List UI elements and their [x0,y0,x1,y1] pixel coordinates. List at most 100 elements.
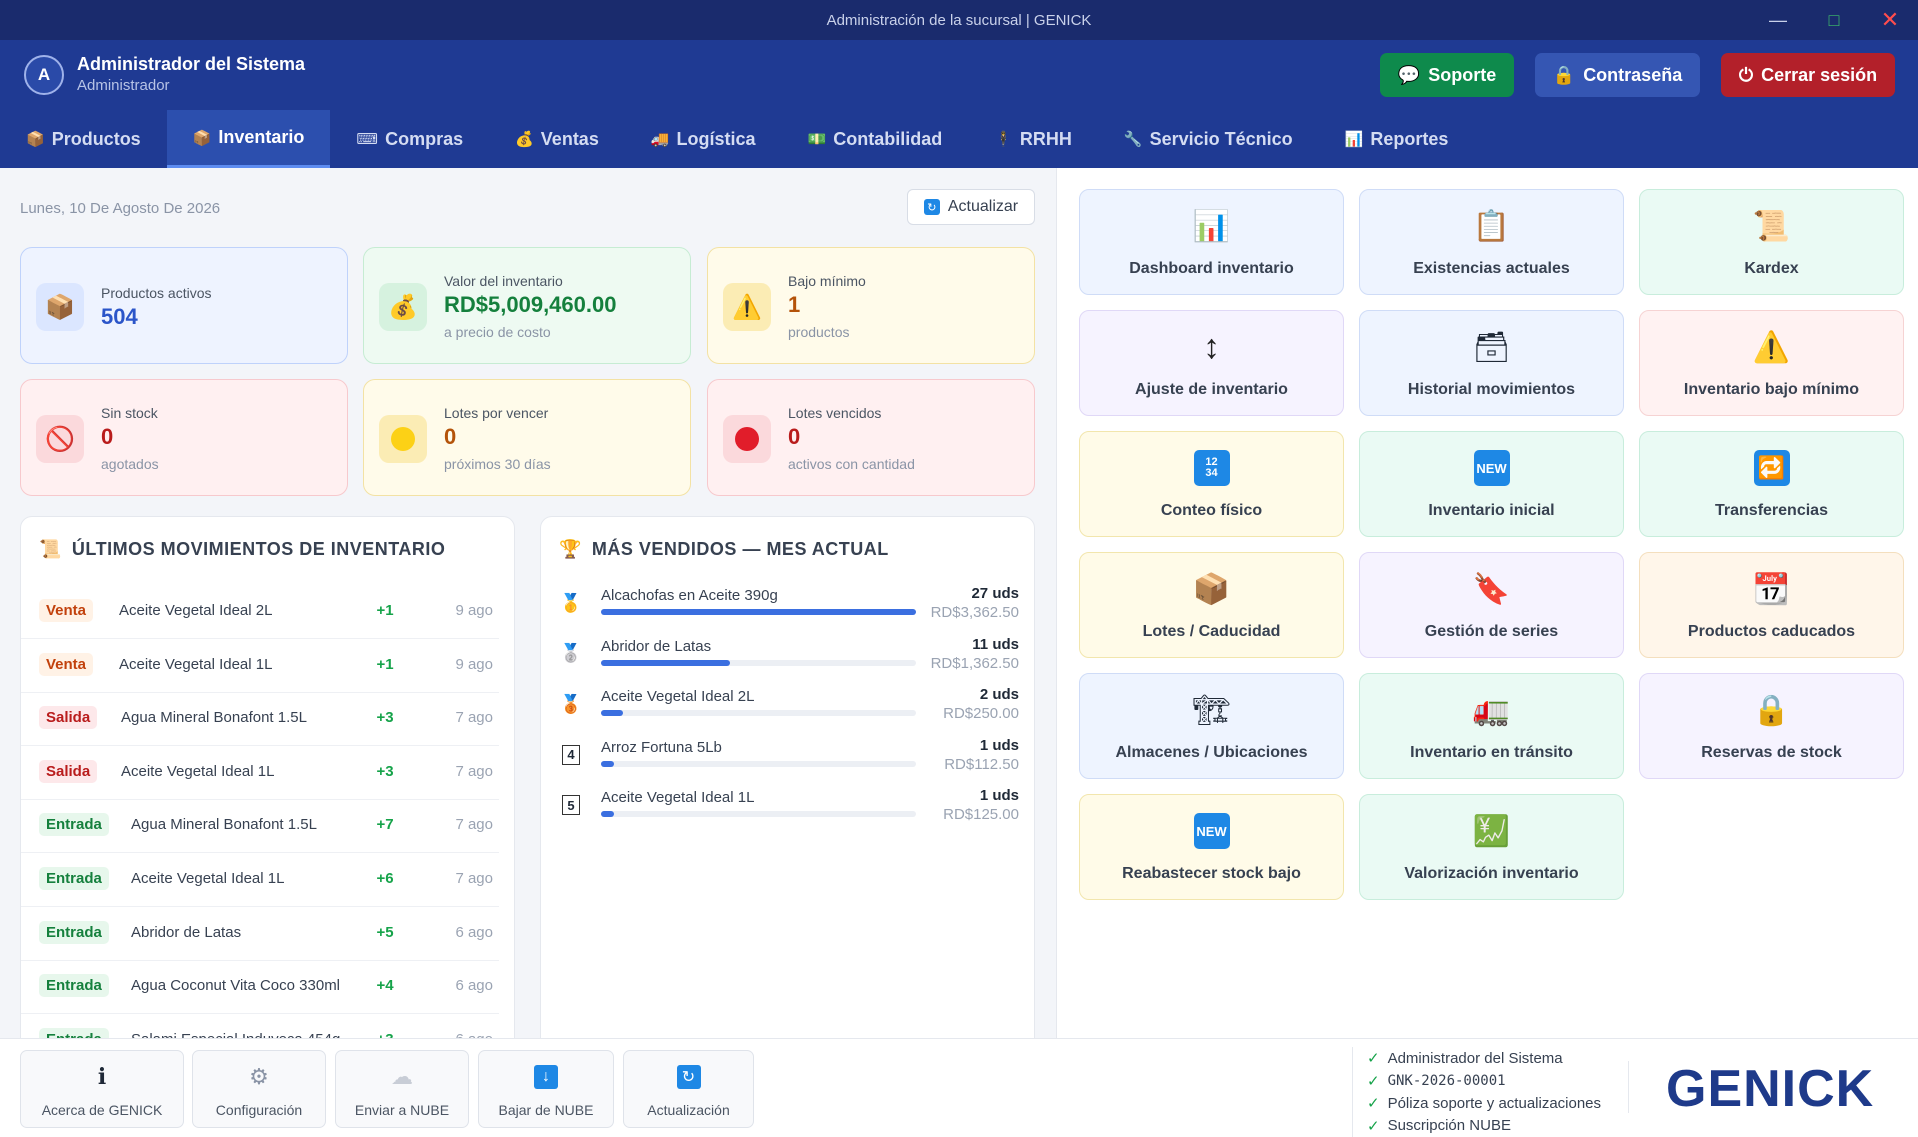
tab-rrhh[interactable]: 🕴 RRHH [968,110,1098,168]
module-tile[interactable]: 🚛 Inventario en tránsito [1359,673,1624,779]
table-row[interactable]: Entrada Abridor de Latas +5 6 ago [21,907,499,961]
tab-contabilidad[interactable]: 💵 Contabilidad [782,110,969,168]
stat-value: 1 [788,292,801,317]
about-button[interactable]: i Acerca de GENICK [20,1050,184,1128]
tab-label: Productos [51,128,141,149]
sales-bar-track [601,609,916,615]
module-tile[interactable]: 💹 Valorización inventario [1359,794,1624,900]
stat-productos-activos[interactable]: 📦 Productos activos 504 [20,247,348,364]
maximize-icon[interactable]: □ [1806,0,1862,40]
lock-icon: 🔒 [1552,64,1576,85]
warning-icon: ⚠️ [1752,330,1791,364]
module-tile[interactable]: ⚠️ Inventario bajo mínimo [1639,310,1904,416]
list-item[interactable]: 4 Arroz Fortuna 5Lb 1 uds RD$112.50 [559,737,1019,787]
movement-qty: +6 [376,870,394,887]
app-header: A Administrador del Sistema Administrado… [0,40,1918,110]
module-tile[interactable]: 📆 Productos caducados [1639,552,1904,658]
box-icon: 📦 [26,131,45,148]
movement-product: Agua Mineral Bonafont 1.5L [131,816,317,834]
license-line: ✓ Suscripción NUBE [1367,1115,1601,1137]
module-tile[interactable]: 📜 Kardex [1639,189,1904,295]
movement-type-badge: Entrada [39,813,109,837]
module-tile[interactable]: 📦 Lotes / Caducidad [1079,552,1344,658]
tab-logistica[interactable]: 🚚 Logística [625,110,782,168]
movement-date: 9 ago [455,655,493,673]
movement-date: 7 ago [455,709,493,727]
license-key: GNK-2026-00001 [1387,1072,1506,1089]
movement-date: 6 ago [455,923,493,941]
footer-button-label: Acerca de GENICK [41,1102,163,1118]
package-icon: 📦 [192,129,212,147]
update-button[interactable]: ↻ Actualización [623,1050,754,1128]
movement-type-badge: Venta [39,599,94,622]
sales-bar-track [601,710,916,716]
movement-date: 6 ago [455,977,493,995]
module-tile[interactable]: 12 34 Conteo físico [1079,431,1344,537]
list-item[interactable]: 🥉 Aceite Vegetal Ideal 2L 2 uds RD$250.00 [559,686,1019,736]
logout-button[interactable]: ⏻ Cerrar sesión [1721,53,1895,97]
settings-button[interactable]: ⚙ Configuración [192,1050,326,1128]
stat-lotes-vencidos[interactable]: Lotes vencidos 0 activos con cantidad [707,379,1035,496]
table-row[interactable]: Venta Aceite Vegetal Ideal 2L +1 9 ago [21,585,499,639]
product-qty: 1 uds [979,736,1019,754]
user-name: Administrador del Sistema [77,54,306,74]
list-item[interactable]: 5 Aceite Vegetal Ideal 1L 1 uds RD$125.00 [559,787,1019,837]
module-tile[interactable]: NEW Reabastecer stock bajo [1079,794,1344,900]
module-tile[interactable]: 📊 Dashboard inventario [1079,189,1344,295]
footer-button-label: Bajar de NUBE [498,1102,594,1118]
table-row[interactable]: Entrada Agua Coconut Vita Coco 330ml +4 6 a… [21,960,499,1015]
support-button[interactable]: 💬 Soporte [1380,53,1514,97]
table-row[interactable]: Entrada Agua Mineral Bonafont 1.5L +7 7 ago [21,799,499,854]
rank-number: 5 [562,795,580,815]
stat-lotes-por-vencer[interactable]: Lotes por vencer 0 próximos 30 días [363,379,691,496]
footer-button-label: Actualización [647,1102,730,1118]
module-tile[interactable]: 🔁 Transferencias [1639,431,1904,537]
sales-bar-track [601,659,916,666]
module-tile[interactable]: NEW Inventario inicial [1359,431,1624,537]
movement-qty: +1 [376,655,394,673]
chart-icon: 📊 [1344,131,1364,148]
stat-valor-inventario[interactable]: 💰 Valor del inventario RD$5,009,460.00 a… [363,247,691,364]
money-bag-icon: 💰 [379,283,427,331]
module-tile[interactable]: 🔖 Gestión de series [1359,552,1624,658]
tab-label: Contabilidad [833,128,943,149]
stat-value: 0 [788,424,801,449]
table-row[interactable]: Venta Aceite Vegetal Ideal 1L +1 9 ago [21,639,499,693]
tab-compras[interactable]: ⌨ Compras [330,110,489,168]
sales-bar [601,609,916,615]
footer-button-label: Enviar a NUBE [354,1102,450,1118]
license-text: Suscripción NUBE [1387,1117,1511,1135]
package-icon: 📦 [1192,572,1231,606]
list-item[interactable]: 🥇 Alcachofas en Aceite 390g 27 uds RD$3,362… [559,585,1019,635]
close-icon[interactable]: ✕ [1862,0,1918,40]
stat-sin-stock[interactable]: 🚫 Sin stock 0 agotados [20,379,348,496]
refresh-label: Actualizar [947,198,1019,215]
upload-cloud-button[interactable]: ☁ Enviar a NUBE [335,1050,469,1128]
numbers-icon: 12 34 [1080,448,1343,488]
tab-reportes[interactable]: 📊 Reportes [1319,110,1475,168]
module-tile[interactable]: 🏗 Almacenes / Ubicaciones [1079,673,1344,779]
tab-inventario[interactable]: 📦 Inventario [166,110,331,168]
refresh-button[interactable]: ↻ Actualizar [907,189,1035,225]
download-cloud-button[interactable]: ↓ Bajar de NUBE [478,1050,614,1128]
table-row[interactable]: Salida Aceite Vegetal Ideal 1L +3 7 ago [21,746,499,800]
module-tile[interactable]: 📋 Existencias actuales [1359,189,1624,295]
password-button[interactable]: 🔒 Contraseña [1535,53,1700,97]
stat-label: Productos activos [101,285,212,301]
movement-product: Abridor de Latas [131,923,242,941]
tab-ventas[interactable]: 💰 Ventas [489,110,625,168]
movement-qty: +1 [376,602,394,619]
tab-productos[interactable]: 📦 Productos [0,110,167,168]
movement-type-badge: Entrada [39,974,109,998]
module-tile[interactable]: 🔒 Reservas de stock [1639,673,1904,779]
minimize-icon[interactable]: — [1750,0,1806,40]
stat-bajo-minimo[interactable]: ⚠️ Bajo mínimo 1 productos [707,247,1035,364]
table-row[interactable]: Salida Agua Mineral Bonafont 1.5L +3 7 ago [21,692,499,747]
window-controls: — □ ✕ [1750,0,1918,40]
divider [1628,1061,1629,1113]
tab-servicio-tecnico[interactable]: 🔧 Servicio Técnico [1098,110,1319,168]
module-tile[interactable]: 🗃 Historial movimientos [1359,310,1624,416]
table-row[interactable]: Entrada Aceite Vegetal Ideal 1L +6 7 ago [21,853,499,907]
list-item[interactable]: 🥈 Abridor de Latas 11 uds RD$1,362.50 [559,636,1019,686]
module-tile[interactable]: ↕ Ajuste de inventario [1079,310,1344,416]
